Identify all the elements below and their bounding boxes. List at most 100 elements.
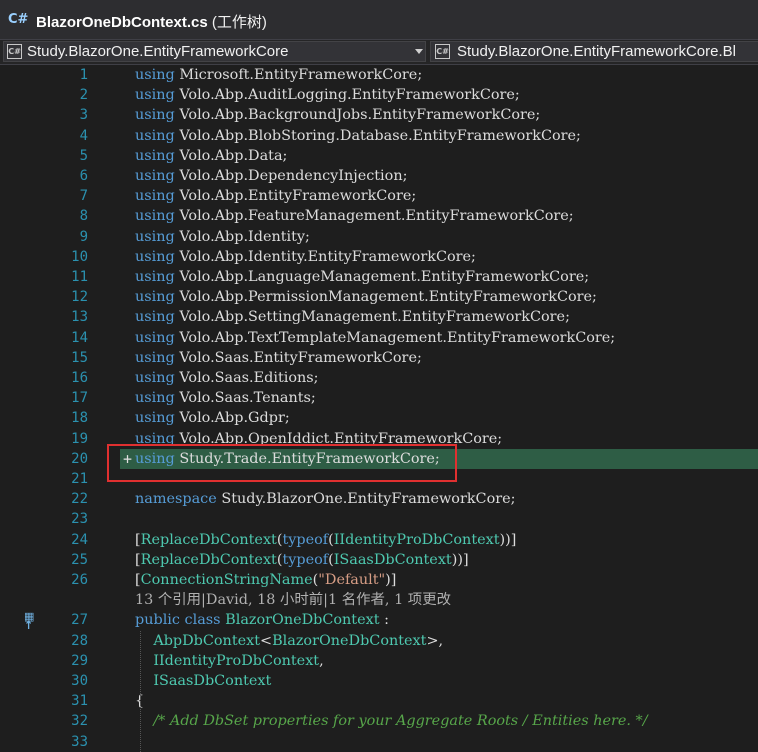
code-text: using Volo.Abp.LanguageManagement.Entity… xyxy=(135,269,590,285)
code-text: [ReplaceDbContext(typeof(IIdentityProDbC… xyxy=(135,531,517,548)
project-dropdown[interactable]: C# Study.BlazorOne.EntityFrameworkCore xyxy=(3,41,426,62)
code-text: using Volo.Abp.Gdpr; xyxy=(135,410,290,427)
line-number: 23 xyxy=(71,511,88,528)
code-line[interactable]: 4 using Volo.Abp.BlobStoring.Database.Ent… xyxy=(0,126,758,146)
line-number: 13 xyxy=(71,309,88,326)
code-line[interactable]: 33 xyxy=(0,732,758,752)
line-number: 32 xyxy=(71,713,88,730)
code-line[interactable]: 16 using Volo.Saas.Editions; xyxy=(0,368,758,388)
code-text: namespace Study.BlazorOne.EntityFramewor… xyxy=(135,491,516,508)
code-line[interactable]: 10 using Volo.Abp.Identity.EntityFramewor… xyxy=(0,247,758,267)
worktree-label: (工作树) xyxy=(211,14,267,31)
type-dropdown[interactable]: C# Study.BlazorOne.EntityFrameworkCore.B… xyxy=(430,41,758,62)
line-number: 4 xyxy=(79,127,88,144)
code-text: IIdentityProDbContext, xyxy=(153,652,324,669)
code-line[interactable]: 13 个引用|David, 18 小时前|1 名作者, 1 项更改 xyxy=(0,590,758,610)
code-line[interactable]: 32 /* Add DbSet properties for your Aggr… xyxy=(0,711,758,731)
code-text: using Volo.Abp.TextTemplateManagement.En… xyxy=(135,329,616,346)
line-number: 6 xyxy=(79,168,88,184)
document-title-bar: C# BlazorOneDbContext.cs (工作树) xyxy=(0,0,758,40)
code-text: public class BlazorOneDbContext : xyxy=(135,612,389,629)
csharp-project-icon: C# xyxy=(7,44,22,59)
code-text: using Volo.Abp.DependencyInjection; xyxy=(135,168,408,184)
line-number: 5 xyxy=(79,147,88,164)
code-text: using Volo.Abp.PermissionManagement.Enti… xyxy=(135,289,597,306)
line-number: 7 xyxy=(79,188,88,205)
code-line[interactable]: 17 using Volo.Saas.Tenants; xyxy=(0,388,758,408)
navigation-bar: C# Study.BlazorOne.EntityFrameworkCore C… xyxy=(0,40,758,65)
code-line[interactable]: 11 using Volo.Abp.LanguageManagement.Enti… xyxy=(0,267,758,287)
code-line[interactable]: 12 using Volo.Abp.PermissionManagement.En… xyxy=(0,287,758,307)
code-line[interactable]: 5 using Volo.Abp.Data; xyxy=(0,146,758,166)
line-number: 1 xyxy=(79,67,88,83)
line-number: 30 xyxy=(71,673,88,689)
codelens: 13 个引用|David, 18 小时前|1 名作者, 1 项更改 xyxy=(135,592,451,609)
code-line[interactable]: 9 using Volo.Abp.Identity; xyxy=(0,227,758,247)
line-number: 18 xyxy=(71,410,88,427)
code-text: using Volo.Saas.Editions; xyxy=(135,370,319,386)
line-number: 12 xyxy=(71,289,88,306)
code-line[interactable]: 28 AbpDbContext<BlazorOneDbContext>, xyxy=(0,631,758,651)
code-text: using Volo.Abp.AuditLogging.EntityFramew… xyxy=(135,87,520,104)
code-text: using Microsoft.EntityFrameworkCore; xyxy=(135,67,423,83)
code-line[interactable]: 3 using Volo.Abp.BackgroundJobs.EntityFra… xyxy=(0,105,758,125)
code-text: 13 个引用|David, 18 小时前|1 名作者, 1 项更改 xyxy=(135,590,451,610)
code-line[interactable]: 26 [ConnectionStringName("Default")] xyxy=(0,570,758,590)
line-number: 17 xyxy=(71,390,88,407)
line-number: 11 xyxy=(71,269,88,285)
indent-guide xyxy=(140,630,141,752)
line-number: 27 xyxy=(71,612,88,629)
code-line[interactable]: 6 using Volo.Abp.DependencyInjection; xyxy=(0,166,758,186)
code-line[interactable]: 8 using Volo.Abp.FeatureManagement.Entity… xyxy=(0,206,758,226)
code-line[interactable]: 30 ISaasDbContext xyxy=(0,671,758,691)
code-text: using Volo.Abp.EntityFrameworkCore; xyxy=(135,188,417,205)
line-number: 24 xyxy=(71,531,88,548)
code-line[interactable]: 2 using Volo.Abp.AuditLogging.EntityFrame… xyxy=(0,85,758,105)
code-line[interactable]: 7 using Volo.Abp.EntityFrameworkCore; xyxy=(0,186,758,206)
line-number: 21 xyxy=(71,471,88,487)
code-text: using Volo.Abp.FeatureManagement.EntityF… xyxy=(135,208,574,225)
csharp-file-icon: C# xyxy=(8,12,29,27)
code-line[interactable]: 25 [ReplaceDbContext(typeof(ISaasDbContex… xyxy=(0,550,758,570)
chevron-down-icon[interactable] xyxy=(415,49,423,54)
type-dropdown-label: Study.BlazorOne.EntityFrameworkCore.Bl xyxy=(457,43,736,60)
document-title: BlazorOneDbContext.cs (工作树) xyxy=(36,14,267,31)
line-number: 9 xyxy=(79,228,88,245)
code-line[interactable]: 13 using Volo.Abp.SettingManagement.Entit… xyxy=(0,307,758,327)
code-text: using Volo.Abp.Identity.EntityFrameworkC… xyxy=(135,248,476,265)
code-line[interactable]: 22 namespace Study.BlazorOne.EntityFramew… xyxy=(0,489,758,509)
code-text: using Volo.Saas.Tenants; xyxy=(135,390,316,407)
code-line[interactable]: 24 [ReplaceDbContext(typeof(IIdentityProD… xyxy=(0,530,758,550)
code-text: AbpDbContext<BlazorOneDbContext>, xyxy=(153,632,444,649)
class-icon: C# xyxy=(435,44,450,59)
line-number: 19 xyxy=(71,430,88,447)
line-number: 22 xyxy=(71,491,88,508)
line-number: 3 xyxy=(79,107,88,124)
code-line[interactable]: 27 public class BlazorOneDbContext : xyxy=(0,610,758,630)
code-editor[interactable]: 1 using Microsoft.EntityFrameworkCore; 2 us… xyxy=(0,65,758,752)
code-text: using Volo.Abp.Data; xyxy=(135,147,288,164)
code-line[interactable]: 14 using Volo.Abp.TextTemplateManagement.… xyxy=(0,328,758,348)
code-line[interactable]: 15 using Volo.Saas.EntityFrameworkCore; xyxy=(0,348,758,368)
code-line[interactable]: 29 IIdentityProDbContext, xyxy=(0,651,758,671)
code-line[interactable]: 31{ xyxy=(0,691,758,711)
code-text: [ConnectionStringName("Default")] xyxy=(135,572,397,588)
code-text: /* Add DbSet properties for your Aggrega… xyxy=(153,713,648,730)
code-text: ISaasDbContext xyxy=(153,673,272,689)
code-text: using Volo.Abp.SettingManagement.EntityF… xyxy=(135,309,570,326)
line-number: 8 xyxy=(79,208,88,225)
codelens-navigation-icon[interactable]: ▦ ↑ xyxy=(24,611,40,631)
code-line[interactable]: 23 xyxy=(0,509,758,529)
line-number: 20 xyxy=(71,450,88,467)
code-line[interactable]: 1 using Microsoft.EntityFrameworkCore; xyxy=(0,65,758,85)
line-number: 16 xyxy=(71,370,88,386)
line-number: 15 xyxy=(71,349,88,366)
line-number: 2 xyxy=(79,87,88,104)
code-line[interactable]: 18 using Volo.Abp.Gdpr; xyxy=(0,408,758,428)
code-text: using Volo.Saas.EntityFrameworkCore; xyxy=(135,349,422,366)
code-text: using Volo.Abp.BlobStoring.Database.Enti… xyxy=(135,127,581,144)
code-text: using Volo.Abp.BackgroundJobs.EntityFram… xyxy=(135,107,541,124)
highlight-annotation-box xyxy=(107,444,457,482)
code-text: [ReplaceDbContext(typeof(ISaasDbContext)… xyxy=(135,551,469,568)
line-number: 33 xyxy=(71,733,88,750)
